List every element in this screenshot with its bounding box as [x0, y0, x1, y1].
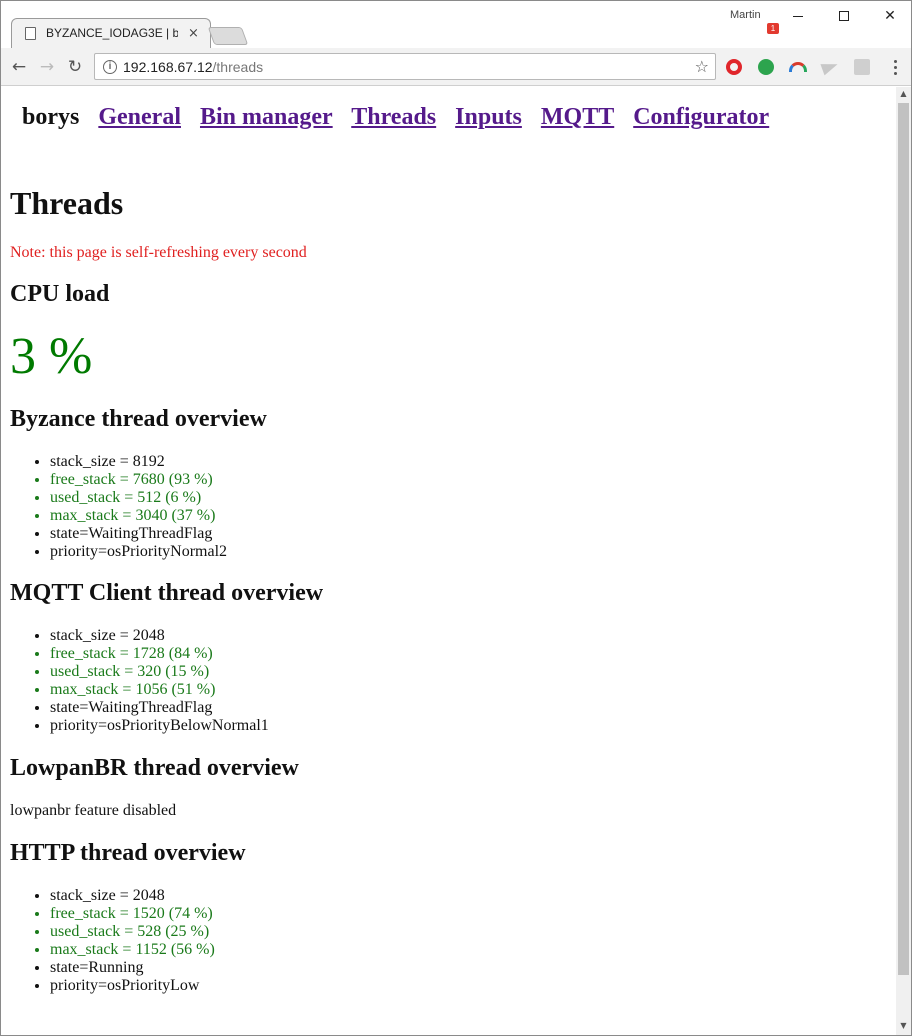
- section-heading: HTTP thread overview: [10, 840, 246, 866]
- reload-icon: ↻: [67, 57, 83, 77]
- green-extension-icon[interactable]: [757, 58, 775, 76]
- list-item: max_stack = 1056 (51 %): [50, 681, 269, 699]
- new-tab-button[interactable]: [207, 27, 249, 45]
- reload-button[interactable]: ↻: [64, 56, 86, 78]
- address-bar[interactable]: i 192.168.67.12/threads ☆: [94, 53, 716, 80]
- list-item: priority=osPriorityBelowNormal1: [50, 717, 269, 735]
- maximize-button[interactable]: [821, 5, 867, 27]
- menu-dot-icon: [893, 71, 897, 75]
- brand-name: borys: [22, 104, 80, 130]
- list-item: free_stack = 1728 (84 %): [50, 645, 269, 663]
- section-heading: LowpanBR thread overview: [10, 755, 299, 781]
- section-heading: MQTT Client thread overview: [10, 580, 324, 606]
- nav-link-inputs[interactable]: Inputs: [455, 104, 522, 130]
- close-icon: ✕: [884, 8, 896, 24]
- bookmark-star-icon[interactable]: ☆: [695, 57, 709, 76]
- list-item: state=WaitingThreadFlag: [50, 525, 227, 543]
- url-host: 192.168.67.12: [123, 58, 213, 75]
- list-item: stack_size = 2048: [50, 627, 269, 645]
- page-title: Threads: [10, 185, 124, 221]
- url-path: /threads: [212, 58, 264, 75]
- list-item: used_stack = 512 (6 %): [50, 489, 227, 507]
- list-item: max_stack = 1152 (56 %): [50, 941, 215, 959]
- scrollbar-thumb[interactable]: [898, 103, 909, 975]
- menu-dot-icon: [893, 59, 897, 63]
- opera-extension-icon[interactable]: [725, 58, 743, 76]
- browser-tab[interactable]: BYZANCE_IODAG3E | bor ×: [13, 18, 209, 48]
- list-item: max_stack = 3040 (37 %): [50, 507, 227, 525]
- profile-name[interactable]: Martin: [730, 9, 761, 21]
- list-item: state=WaitingThreadFlag: [50, 699, 269, 717]
- list-item: used_stack = 320 (15 %): [50, 663, 269, 681]
- menu-dot-icon: [893, 65, 897, 69]
- paper-plane-icon: [820, 58, 840, 76]
- top-navigation: borys General Bin manager Threads Inputs…: [22, 104, 782, 131]
- list-item: priority=osPriorityLow: [50, 977, 215, 995]
- list-item: stack_size = 2048: [50, 887, 215, 905]
- close-window-button[interactable]: ✕: [867, 5, 912, 27]
- scroll-up-arrow-icon[interactable]: ▲: [896, 89, 911, 101]
- cpu-load-heading: CPU load: [10, 281, 110, 307]
- refresh-note: Note: this page is self-refreshing every…: [10, 244, 307, 261]
- nav-link-bin-manager[interactable]: Bin manager: [200, 104, 333, 130]
- list-item: free_stack = 7680 (93 %): [50, 471, 227, 489]
- section-heading: Byzance thread overview: [10, 406, 267, 432]
- maximize-icon: [839, 11, 849, 21]
- forward-arrow-icon: →: [39, 57, 55, 77]
- nav-link-mqtt[interactable]: MQTT: [541, 104, 614, 130]
- back-arrow-icon: ←: [11, 57, 27, 77]
- url-text[interactable]: 192.168.67.12/threads: [123, 59, 263, 75]
- thread-stats-list: stack_size = 2048 free_stack = 1728 (84 …: [10, 627, 269, 735]
- thread-stats-list: stack_size = 2048 free_stack = 1520 (74 …: [10, 887, 215, 995]
- extension-badge: 1: [767, 23, 779, 34]
- site-info-icon[interactable]: i: [103, 59, 117, 74]
- nav-link-configurator[interactable]: Configurator: [633, 104, 769, 130]
- minimize-icon: [793, 15, 803, 17]
- cpu-load-value: 3 %: [10, 328, 93, 385]
- scroll-down-arrow-icon[interactable]: ▼: [896, 1021, 911, 1033]
- opera-logo-icon: [726, 59, 742, 75]
- arc-extension-icon[interactable]: [789, 58, 807, 76]
- list-item: used_stack = 528 (25 %): [50, 923, 215, 941]
- browser-window: BYZANCE_IODAG3E | bor × Martin ✕ ← → ↻ i…: [0, 0, 912, 1036]
- browser-menu-button[interactable]: [887, 58, 903, 76]
- back-button[interactable]: ←: [8, 56, 30, 78]
- nav-link-threads[interactable]: Threads: [351, 104, 436, 130]
- thread-stats-list: stack_size = 8192 free_stack = 7680 (93 …: [10, 453, 227, 561]
- nav-link-general[interactable]: General: [98, 104, 181, 130]
- forward-button[interactable]: →: [36, 56, 58, 78]
- tab-close-icon[interactable]: ×: [188, 26, 199, 41]
- list-item: priority=osPriorityNormal2: [50, 543, 227, 561]
- browser-toolbar: ← → ↻ i 192.168.67.12/threads ☆: [1, 48, 911, 86]
- pdf-icon: [854, 59, 870, 75]
- list-item: free_stack = 1520 (74 %): [50, 905, 215, 923]
- feature-status-text: lowpanbr feature disabled: [10, 802, 177, 819]
- send-extension-icon[interactable]: [820, 58, 840, 76]
- list-item: stack_size = 8192: [50, 453, 227, 471]
- green-circle-icon: [758, 59, 774, 75]
- minimize-button[interactable]: [775, 5, 821, 27]
- list-item: state=Running: [50, 959, 215, 977]
- page-content: borys General Bin manager Threads Inputs…: [1, 87, 896, 1035]
- rainbow-arc-icon: [789, 62, 807, 72]
- pdf-extension-icon[interactable]: [853, 58, 871, 76]
- page-icon: [25, 26, 36, 40]
- tab-title: BYZANCE_IODAG3E | bor: [46, 26, 178, 40]
- vertical-scrollbar[interactable]: ▲ ▼: [896, 87, 911, 1035]
